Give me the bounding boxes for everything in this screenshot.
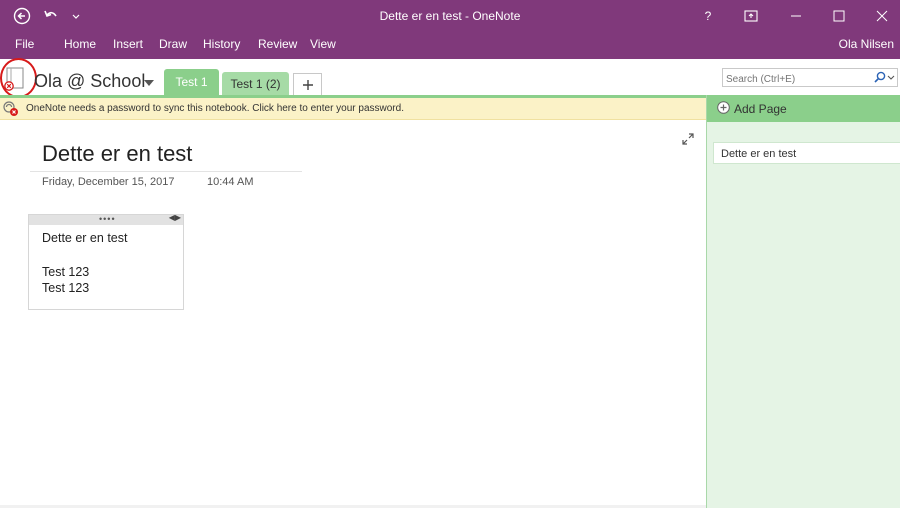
- maximize-button[interactable]: [827, 0, 851, 31]
- search-input[interactable]: [722, 68, 898, 87]
- menu-draw[interactable]: Draw: [159, 37, 187, 51]
- section-tab-test-1-2[interactable]: Test 1 (2): [222, 72, 289, 95]
- add-section-button[interactable]: [293, 73, 322, 95]
- menu-review[interactable]: Review: [258, 37, 297, 51]
- sync-error-icon: [3, 101, 18, 116]
- add-circle-icon: [717, 101, 730, 114]
- add-page-button[interactable]: Add Page: [707, 95, 900, 122]
- menu-file[interactable]: File: [15, 37, 34, 51]
- add-page-label: Add Page: [734, 102, 787, 116]
- note-container[interactable]: •••• ◀▶ Dette er en test Test 123 Test 1…: [28, 213, 184, 310]
- menu-home[interactable]: Home: [64, 37, 96, 51]
- page-time: 10:44 AM: [207, 176, 254, 188]
- ribbon-tabs: File Home Insert Draw History Review Vie…: [0, 31, 900, 59]
- title-bar: Dette er en test - OneNote ?: [0, 0, 900, 31]
- minimize-button[interactable]: [784, 0, 808, 31]
- resize-arrows-icon[interactable]: ◀▶: [169, 213, 181, 222]
- search-icon[interactable]: [873, 71, 895, 83]
- page-title[interactable]: Dette er en test: [42, 141, 192, 167]
- expand-icon[interactable]: [682, 133, 694, 145]
- notebook-dropdown-icon[interactable]: [144, 80, 154, 86]
- drag-handle-icon: ••••: [99, 214, 116, 224]
- highlight-circle: [0, 58, 37, 98]
- notebook-name[interactable]: Ola @ School: [34, 71, 145, 92]
- menu-insert[interactable]: Insert: [113, 37, 143, 51]
- menu-view[interactable]: View: [310, 37, 336, 51]
- page-date: Friday, December 15, 2017: [42, 176, 175, 188]
- plus-icon: [302, 79, 313, 90]
- note-line[interactable]: Test 123: [42, 281, 89, 295]
- full-page-view-button[interactable]: [740, 0, 762, 31]
- window-title: Dette er en test - OneNote: [379, 9, 521, 23]
- close-icon: [876, 10, 888, 21]
- full-page-view-icon: [744, 9, 758, 22]
- section-tab-test-1[interactable]: Test 1: [164, 69, 219, 95]
- page-list-pane: Add Page Dette er en test: [706, 95, 900, 508]
- sync-warning-bar[interactable]: OneNote needs a password to sync this no…: [0, 98, 706, 120]
- close-button[interactable]: [870, 0, 894, 31]
- help-button[interactable]: ?: [698, 0, 718, 31]
- note-line[interactable]: Dette er en test: [42, 231, 127, 245]
- page-list-item[interactable]: Dette er en test: [713, 142, 900, 164]
- sync-warning-text[interactable]: OneNote needs a password to sync this no…: [26, 103, 404, 114]
- note-line[interactable]: Test 123: [42, 265, 89, 279]
- menu-history[interactable]: History: [203, 37, 240, 51]
- maximize-icon: [833, 10, 845, 21]
- note-container-handle[interactable]: •••• ◀▶: [29, 213, 183, 225]
- title-divider: [30, 171, 302, 172]
- user-name[interactable]: Ola Nilsen: [839, 37, 894, 51]
- minimize-icon: [791, 15, 801, 16]
